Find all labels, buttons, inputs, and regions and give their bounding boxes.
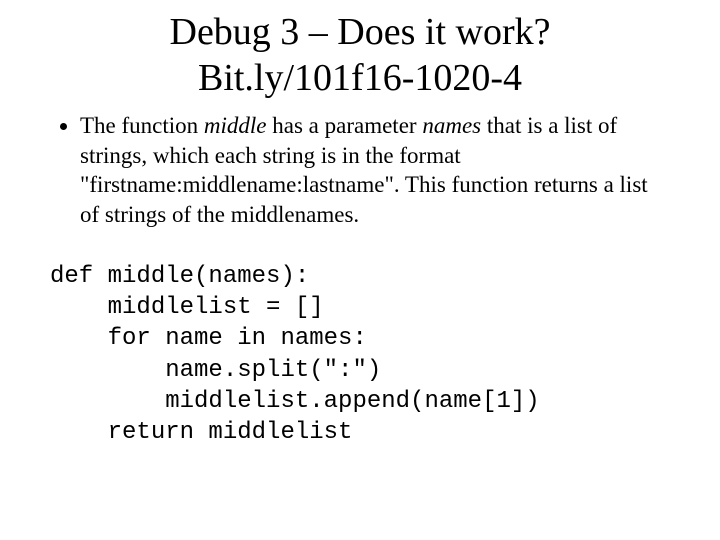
- code-line-4: name.split(":"): [50, 357, 381, 384]
- slide-title: Debug 3 – Does it work? Bit.ly/101f16-10…: [50, 10, 670, 101]
- code-line-2: middlelist = []: [50, 294, 324, 321]
- code-line-3: for name in names:: [50, 325, 367, 352]
- slide: Debug 3 – Does it work? Bit.ly/101f16-10…: [0, 0, 720, 540]
- title-line-2: Bit.ly/101f16-1020-4: [198, 57, 522, 99]
- bullet-italic-middle: middle: [204, 113, 267, 138]
- bullet-item: The function middle has a parameter name…: [80, 111, 670, 229]
- code-line-1: def middle(names):: [50, 263, 309, 290]
- title-line-1: Debug 3 – Does it work?: [170, 11, 551, 53]
- code-block: def middle(names): middlelist = [] for n…: [50, 261, 670, 448]
- bullet-italic-names: names: [422, 113, 481, 138]
- bullet-text-1: The function: [80, 113, 204, 138]
- code-line-6: return middlelist: [50, 419, 352, 446]
- bullet-text-2: has a parameter: [267, 113, 423, 138]
- bullet-list: The function middle has a parameter name…: [50, 111, 670, 229]
- code-line-5: middlelist.append(name[1]): [50, 388, 540, 415]
